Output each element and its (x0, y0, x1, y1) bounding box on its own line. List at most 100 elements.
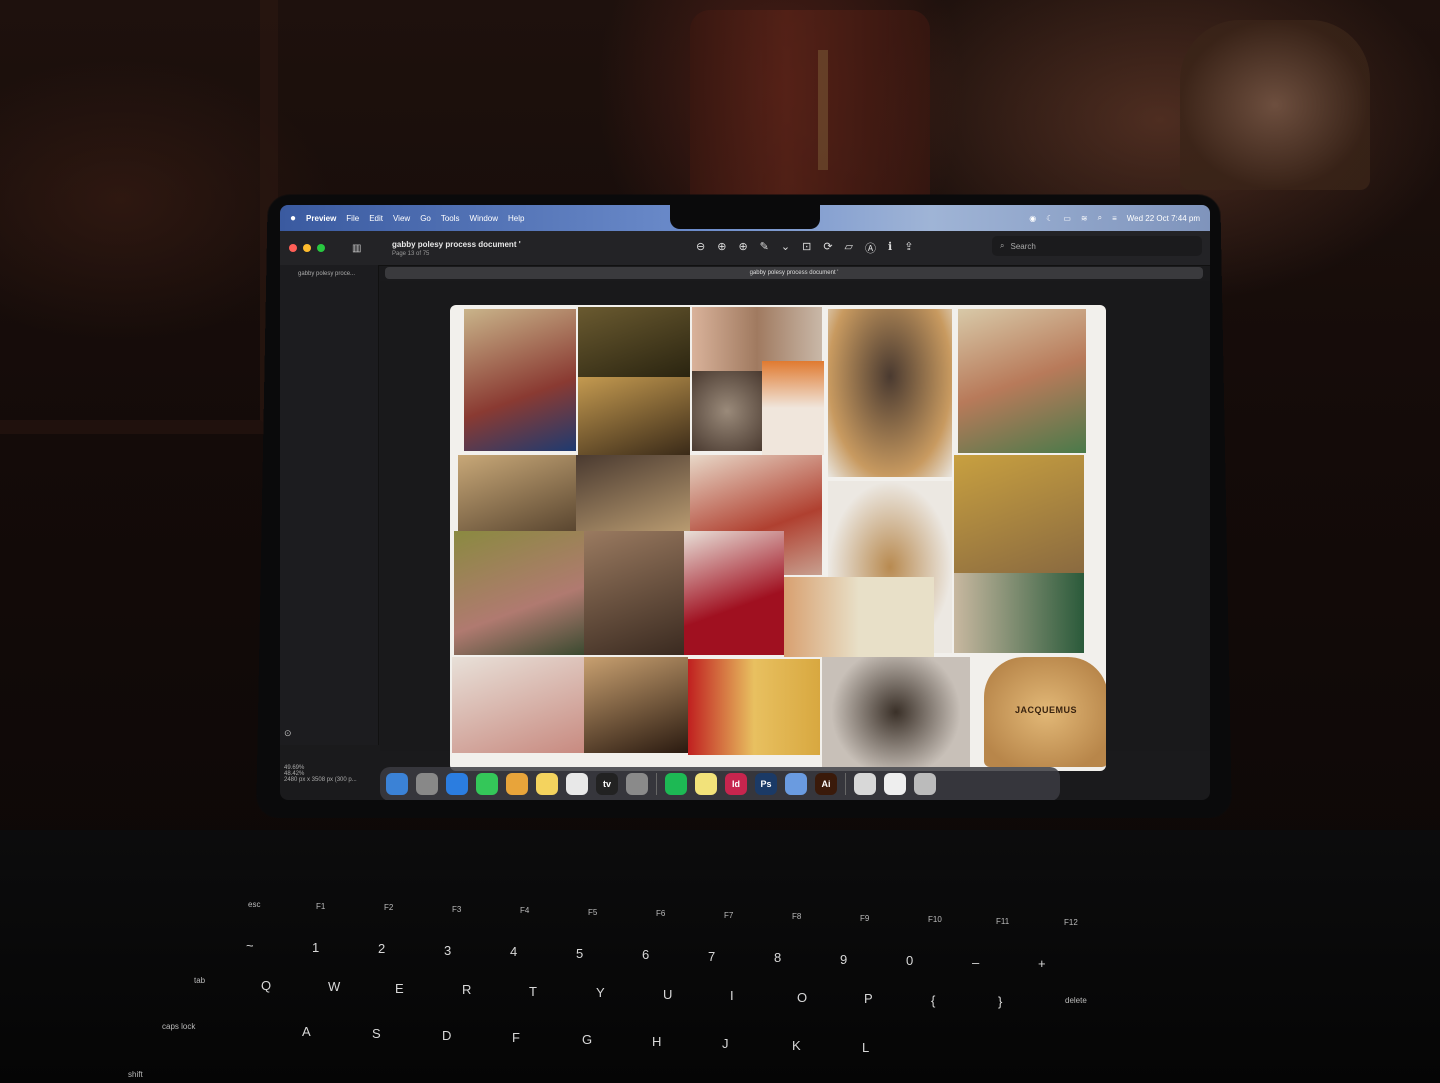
zoom-in-icon[interactable]: ⊕ (717, 240, 726, 256)
menu-go[interactable]: Go (420, 214, 431, 223)
minimize-button[interactable] (303, 244, 311, 252)
photos-icon[interactable] (506, 773, 528, 795)
stickies-icon[interactable] (695, 773, 717, 795)
messages-icon[interactable] (476, 773, 498, 795)
key-fn-5[interactable]: F5 (588, 908, 597, 917)
sidebar-thumbnail-label[interactable]: gabby polesy proce... (298, 271, 378, 277)
key-num-4[interactable]: 4 (510, 944, 517, 959)
rotate-icon[interactable]: ⟳ (823, 240, 832, 256)
key-fn-11[interactable]: F11 (996, 917, 1009, 926)
key-num-11[interactable]: – (972, 955, 979, 970)
key-fn-3[interactable]: F3 (452, 905, 461, 914)
key-qwerty-0[interactable]: tab (194, 976, 205, 985)
key-num-10[interactable]: 0 (906, 953, 913, 968)
crop-icon[interactable]: ⊡ (802, 240, 811, 256)
menu-file[interactable]: File (346, 214, 359, 223)
document-tab[interactable]: gabby polesy process document ' (385, 267, 1203, 279)
key-shift[interactable]: shift (128, 1070, 143, 1079)
menubar-clock[interactable]: Wed 22 Oct 7:44 pm (1127, 214, 1200, 223)
key-num-12[interactable]: + (1038, 956, 1046, 971)
add-page-icon[interactable]: ⊙ (284, 728, 292, 739)
menu-edit[interactable]: Edit (369, 214, 383, 223)
key-qwerty-4[interactable]: R (462, 982, 471, 997)
indesign-icon[interactable]: Id (725, 773, 747, 795)
chevron-down-icon[interactable]: ⌄ (781, 240, 790, 256)
key-fn-6[interactable]: F6 (656, 909, 665, 918)
menu-tools[interactable]: Tools (441, 214, 460, 223)
trash-icon[interactable] (914, 773, 936, 795)
key-qwerty-10[interactable]: P (864, 991, 873, 1006)
focus-moon-icon[interactable]: ☾ (1046, 214, 1053, 223)
key-num-8[interactable]: 8 (774, 950, 781, 965)
info-icon[interactable]: ℹ (888, 240, 892, 256)
spotlight-search-icon[interactable]: ⌕ (1098, 213, 1102, 223)
key-qwerty-12[interactable]: } (998, 994, 1002, 1009)
key-num-5[interactable]: 5 (576, 946, 583, 961)
key-qwerty-1[interactable]: Q (261, 978, 271, 993)
key-home-2[interactable]: S (372, 1026, 381, 1041)
battery-icon[interactable]: ▭ (1063, 214, 1071, 223)
share-icon[interactable]: ⇪ (904, 240, 913, 256)
menu-help[interactable]: Help (508, 214, 524, 223)
markup-pen-icon[interactable]: ✎ (760, 240, 769, 256)
annotate-icon[interactable]: Ⓐ (865, 240, 876, 256)
folder-icon[interactable] (854, 773, 876, 795)
safari-icon[interactable] (446, 773, 468, 795)
notes-icon[interactable] (536, 773, 558, 795)
key-home-7[interactable]: J (722, 1036, 729, 1051)
key-home-9[interactable]: L (862, 1040, 869, 1055)
key-fn-9[interactable]: F9 (860, 914, 869, 923)
key-num-3[interactable]: 3 (444, 943, 451, 958)
key-fn-7[interactable]: F7 (724, 911, 733, 920)
menu-window[interactable]: Window (470, 214, 498, 223)
key-home-8[interactable]: K (792, 1038, 801, 1053)
key-qwerty-6[interactable]: Y (596, 985, 605, 1000)
key-num-2[interactable]: 2 (378, 941, 385, 956)
preview-icon[interactable] (785, 773, 807, 795)
photoshop-icon[interactable]: Ps (755, 773, 777, 795)
key-fn-12[interactable]: F12 (1064, 918, 1078, 927)
illustrator-icon[interactable]: Ai (815, 773, 837, 795)
key-fn-2[interactable]: F2 (384, 903, 393, 912)
key-qwerty-2[interactable]: W (328, 979, 340, 994)
key-home-3[interactable]: D (442, 1028, 451, 1043)
screen-record-icon[interactable]: ◉ (1029, 214, 1036, 223)
key-qwerty-11[interactable]: { (931, 993, 935, 1008)
menu-view[interactable]: View (393, 214, 410, 223)
key-home-0[interactable]: caps lock (162, 1022, 195, 1031)
zoom-button[interactable] (317, 244, 325, 252)
key-num-6[interactable]: 6 (642, 947, 649, 962)
key-fn-8[interactable]: F8 (792, 912, 801, 921)
key-qwerty-9[interactable]: O (797, 990, 807, 1005)
document-icon[interactable] (884, 773, 906, 795)
key-fn-10[interactable]: F10 (928, 915, 942, 924)
apple-menu-icon[interactable]: ● (290, 213, 296, 224)
key-home-4[interactable]: F (512, 1030, 520, 1045)
key-fn-0[interactable]: esc (248, 900, 260, 909)
key-fn-1[interactable]: F1 (316, 902, 325, 911)
appletv-icon[interactable]: tv (596, 773, 618, 795)
key-fn-4[interactable]: F4 (520, 906, 529, 915)
search-field[interactable]: ⌕ Search (992, 236, 1202, 256)
zoom-fit-icon[interactable]: ⊕ (738, 240, 747, 256)
freeform-icon[interactable] (566, 773, 588, 795)
key-home-1[interactable]: A (302, 1024, 311, 1039)
key-qwerty-13[interactable]: delete (1065, 996, 1087, 1005)
key-qwerty-7[interactable]: U (663, 987, 672, 1002)
key-num-1[interactable]: 1 (312, 940, 319, 955)
zoom-out-icon[interactable]: ⊖ (696, 240, 705, 256)
settings-icon[interactable] (626, 773, 648, 795)
key-qwerty-3[interactable]: E (395, 981, 404, 996)
spotify-icon[interactable] (665, 773, 687, 795)
key-num-0[interactable]: ~ (246, 938, 254, 953)
key-num-9[interactable]: 9 (840, 952, 847, 967)
highlight-icon[interactable]: ▱ (845, 240, 853, 256)
key-num-7[interactable]: 7 (708, 949, 715, 964)
key-qwerty-8[interactable]: I (730, 988, 734, 1003)
close-button[interactable] (289, 244, 297, 252)
launchpad-icon[interactable] (416, 773, 438, 795)
key-home-5[interactable]: G (582, 1032, 592, 1047)
key-qwerty-5[interactable]: T (529, 984, 537, 999)
key-home-6[interactable]: H (652, 1034, 661, 1049)
wifi-icon[interactable]: ≋ (1081, 214, 1088, 223)
